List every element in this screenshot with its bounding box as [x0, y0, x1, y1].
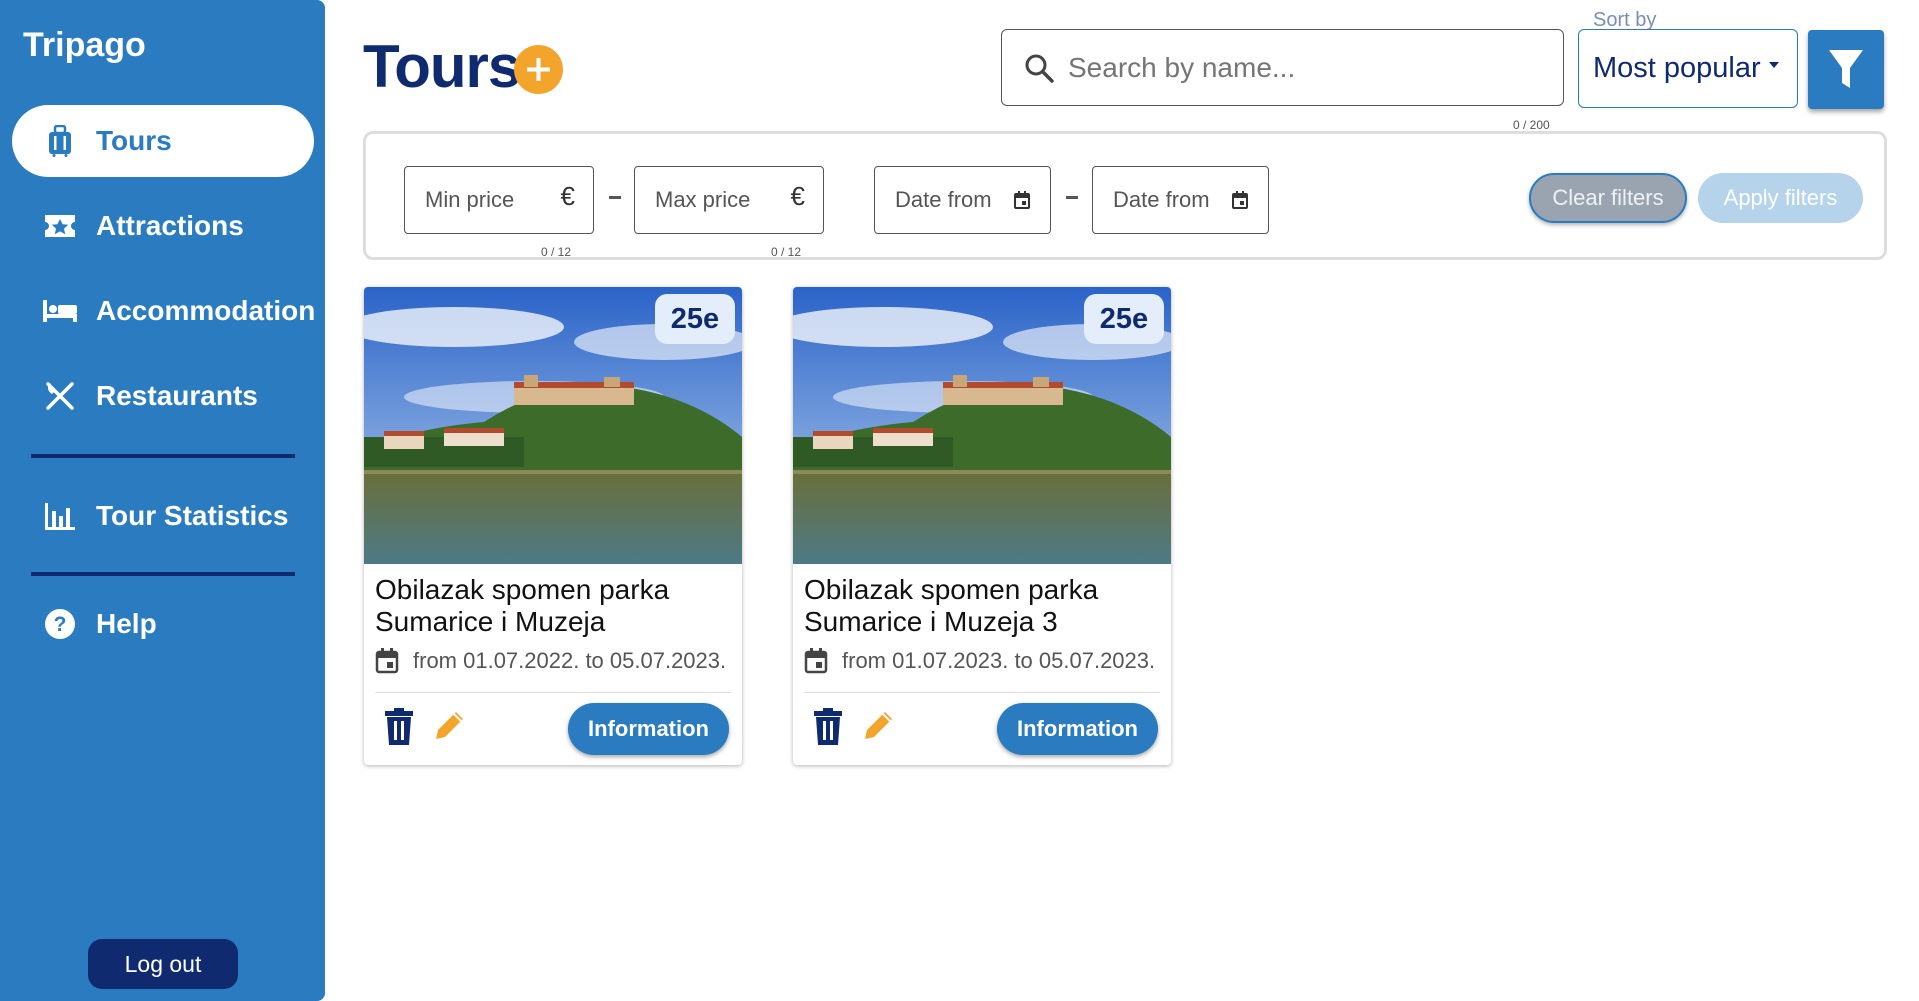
sidebar-item-label: Tour Statistics: [96, 500, 289, 531]
delete-icon[interactable]: [813, 708, 843, 746]
sidebar-item-help[interactable]: ? Help: [12, 588, 314, 660]
suitcase-icon: [42, 123, 78, 159]
tour-title: Obilazak spomen parka Sumarice i Muzeja: [375, 574, 670, 637]
sidebar-item-attractions[interactable]: Attractions: [12, 190, 314, 262]
sidebar-item-label: Restaurants: [96, 380, 258, 411]
max-price-counter: 0 / 12: [771, 245, 802, 259]
logout-button[interactable]: Log out: [88, 939, 238, 989]
page-title: Tours: [363, 33, 521, 100]
apply-filters-button[interactable]: Apply filters: [1698, 173, 1863, 223]
sidebar: Tripago Tours Attractions Accommodation …: [0, 0, 325, 1001]
sidebar-item-accommodation[interactable]: Accommodation: [12, 275, 316, 347]
help-icon: ?: [42, 606, 78, 642]
tour-dates-text: from 01.07.2022. to 05.07.2023.: [413, 648, 727, 673]
brand-logo[interactable]: Tripago: [23, 26, 146, 65]
sidebar-item-label: Help: [96, 608, 157, 639]
information-button[interactable]: Information: [568, 703, 729, 755]
calendar-icon: [375, 648, 399, 674]
tour-title: Obilazak spomen parka Sumarice i Muzeja …: [804, 574, 1099, 637]
tour-card: 25e Obilazak spomen parka Sumarice i Muz…: [364, 287, 742, 765]
min-price-field[interactable]: Min price €: [404, 166, 594, 234]
tour-dates-text: from 01.07.2023. to 05.07.2023.: [842, 648, 1156, 673]
card-divider: [375, 692, 731, 693]
sidebar-divider: [31, 454, 295, 458]
date-from-placeholder: Date from: [895, 187, 992, 212]
min-price-counter: 0 / 12: [541, 245, 572, 259]
min-price-placeholder: Min price: [425, 187, 515, 212]
information-button[interactable]: Information: [997, 703, 1158, 755]
sidebar-item-tour-statistics[interactable]: Tour Statistics: [12, 480, 314, 552]
sort-select[interactable]: Most popular: [1578, 29, 1798, 108]
filter-panel: Min price € 0 / 12 Max price € 0 / 12 Da…: [363, 131, 1887, 260]
add-tour-button[interactable]: [514, 45, 563, 94]
sidebar-item-restaurants[interactable]: Restaurants: [12, 360, 314, 432]
bed-icon: [42, 293, 78, 329]
search-field[interactable]: [1001, 29, 1564, 106]
delete-icon[interactable]: [384, 708, 414, 746]
edit-icon[interactable]: [863, 709, 895, 741]
euro-icon: €: [790, 181, 805, 211]
plus-icon: [527, 58, 550, 81]
tour-dates: from 01.07.2023. to 05.07.2023.: [804, 648, 1155, 674]
svg-text:?: ?: [54, 613, 67, 636]
euro-icon: €: [560, 181, 575, 211]
tour-dates: from 01.07.2022. to 05.07.2023.: [375, 648, 726, 674]
card-divider: [804, 692, 1160, 693]
filter-toggle-button[interactable]: [1808, 30, 1884, 109]
chevron-down-icon: [1769, 62, 1779, 68]
range-dash: [609, 196, 621, 199]
date-from-field[interactable]: Date from: [874, 166, 1051, 234]
sidebar-item-label: Accommodation: [96, 295, 316, 326]
filter-icon: [1829, 49, 1863, 88]
fork-knife-icon: [42, 378, 78, 414]
sidebar-item-label: Attractions: [96, 210, 244, 241]
date-to-placeholder: Date from: [1113, 187, 1210, 212]
price-badge: 25e: [655, 294, 735, 344]
sort-value: Most popular: [1593, 52, 1761, 84]
tour-card: 25e Obilazak spomen parka Sumarice i Muz…: [793, 287, 1171, 765]
max-price-field[interactable]: Max price €: [634, 166, 824, 234]
sidebar-divider: [31, 572, 295, 576]
calendar-icon: [1232, 191, 1248, 209]
search-counter: 0 / 200: [1513, 118, 1550, 132]
search-input[interactable]: [1068, 51, 1548, 84]
ticket-star-icon: [42, 208, 78, 244]
sidebar-item-label: Tours: [96, 125, 172, 156]
range-dash: [1066, 196, 1078, 199]
bar-chart-icon: [42, 498, 78, 534]
price-badge: 25e: [1084, 294, 1164, 344]
calendar-icon: [804, 648, 828, 674]
search-icon: [1025, 54, 1054, 83]
calendar-icon: [1014, 191, 1030, 209]
sidebar-item-tours[interactable]: Tours: [12, 105, 314, 177]
clear-filters-button[interactable]: Clear filters: [1529, 173, 1687, 223]
edit-icon[interactable]: [434, 709, 466, 741]
max-price-placeholder: Max price: [655, 187, 751, 212]
date-to-field[interactable]: Date from: [1092, 166, 1269, 234]
